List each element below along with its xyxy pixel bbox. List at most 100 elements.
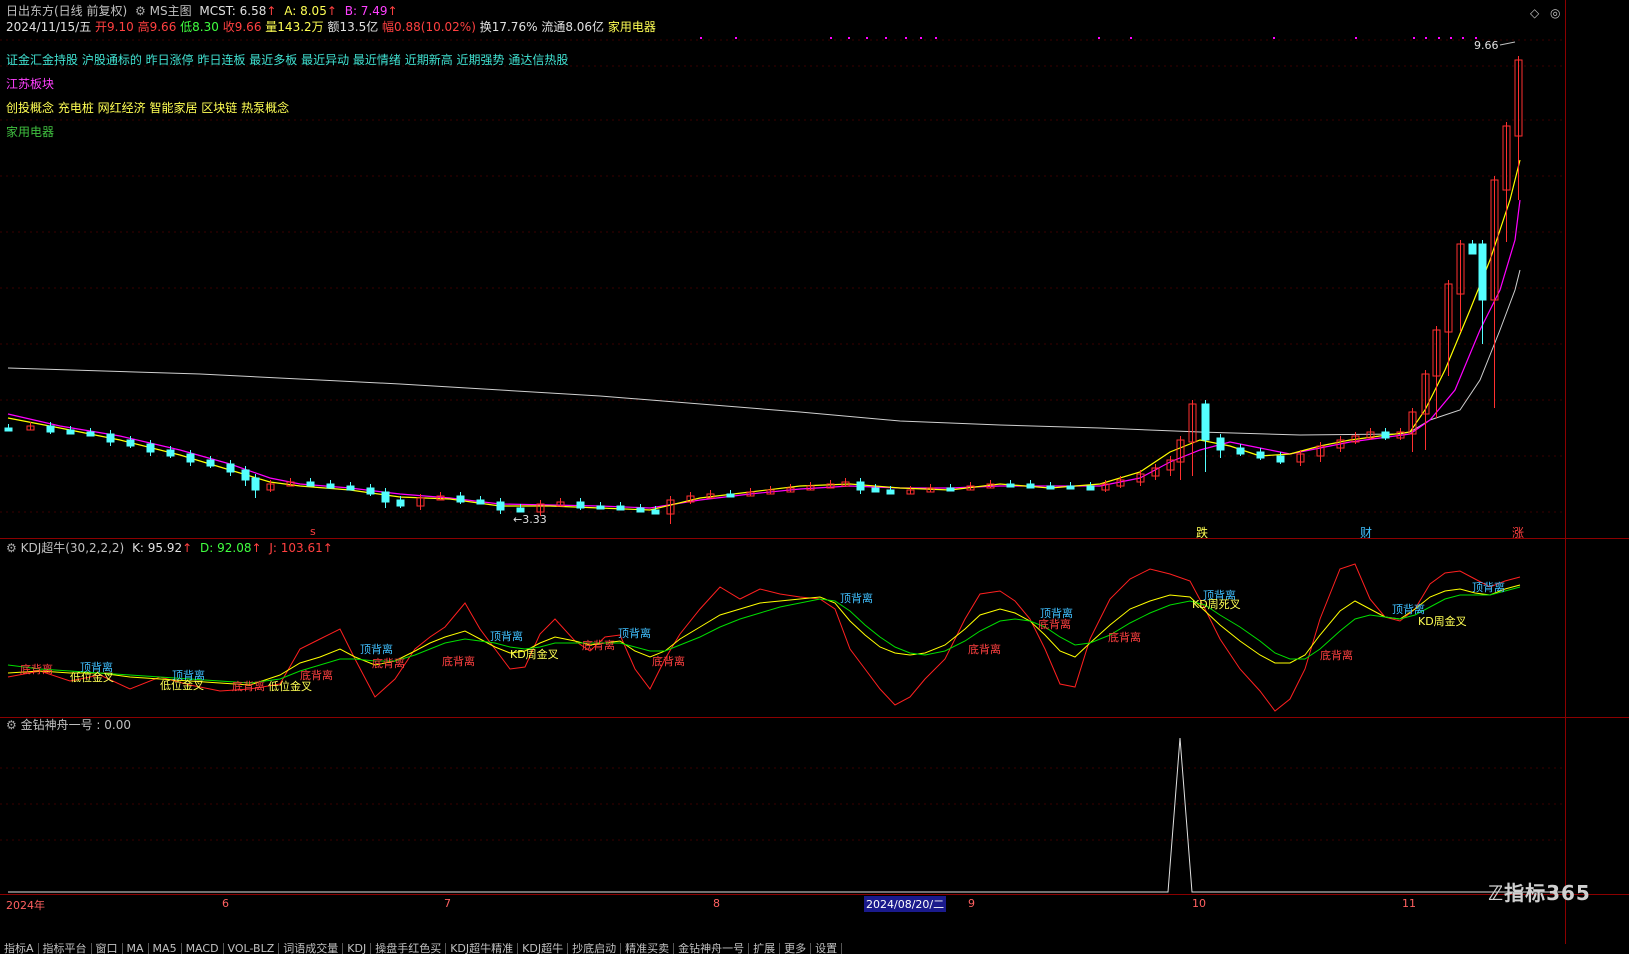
signal-dot [1438, 37, 1440, 39]
kdj-annotation: 底背离 [300, 668, 333, 682]
bottom-tab[interactable]: 扩展 [749, 943, 781, 954]
kdj-annotation: 低位金叉 [70, 670, 114, 684]
mcst-value: MCST: 6.58 [199, 4, 267, 18]
bottom-tab[interactable]: 设置 [811, 943, 843, 954]
signal-s: s [310, 525, 316, 538]
x-label: 10 [1192, 897, 1206, 910]
quote-amount: 额13.5亿 [327, 20, 379, 34]
kdj-annotation: 顶背离 [618, 626, 651, 640]
candle [1468, 243, 1477, 255]
jzsz-panel[interactable]: ⚙ 金钻神舟一号 : 0.00 [0, 718, 1565, 894]
bottom-tab[interactable]: 更多 [780, 943, 812, 954]
header-row-2: 2024/11/15/五 开9.10 高9.66 低8.30 收9.66 量14… [6, 20, 656, 34]
candle [1256, 451, 1265, 459]
candle [366, 487, 375, 495]
candle [1006, 483, 1015, 488]
candle [651, 509, 660, 515]
stock-name[interactable]: 日出东方(日线 前复权) [6, 4, 127, 18]
candle [856, 481, 865, 491]
concept-line-4[interactable]: 家用电器 [6, 123, 54, 140]
price-scale[interactable] [1565, 0, 1629, 944]
candle [596, 505, 605, 510]
signal-dot [1413, 37, 1415, 39]
kdj-annotation: 顶背离 [490, 629, 523, 643]
kdj-annotation: 底背离 [1320, 648, 1353, 662]
candlestick-chart[interactable]: 9.66 ←3.33 [0, 0, 1565, 538]
candle [226, 463, 235, 473]
x-label: 11 [1402, 897, 1416, 910]
concept-line-2[interactable]: 江苏板块 [6, 75, 54, 92]
quote-high: 高9.66 [137, 20, 177, 34]
quote-industry[interactable]: 家用电器 [608, 20, 656, 34]
jzsz-chart[interactable] [0, 718, 1565, 894]
kdj-chart[interactable]: 底背离 顶背离 低位金叉 顶背离 低位金叉 底背离 低位金叉 底背离 顶背离 底… [0, 539, 1565, 717]
signal-dot [1130, 37, 1132, 39]
bottom-tab[interactable]: 抄底启动 [568, 943, 622, 954]
ma-short-line [7, 159, 1521, 511]
signal-dot [848, 37, 850, 39]
quote-float: 流通8.06亿 [541, 20, 605, 34]
bottom-tab[interactable]: 指标A [0, 943, 39, 954]
candle [476, 499, 485, 505]
bottom-tab[interactable]: 指标平台 [39, 943, 92, 954]
candle [871, 487, 880, 493]
close-icon[interactable]: ◎ [1550, 6, 1560, 20]
kdj-d-line [7, 586, 1521, 684]
bottom-tab[interactable]: KDJ超牛精准 [446, 943, 519, 954]
bottom-tab[interactable]: 操盘手红色买 [371, 943, 447, 954]
candle [206, 459, 215, 467]
watermark-logo: ℤ指标365 [1488, 881, 1591, 905]
watermark-icon: ℤ [1488, 881, 1505, 905]
quote-open: 开9.10 [95, 20, 134, 34]
candle [1066, 485, 1075, 490]
candle [106, 433, 115, 443]
candle [946, 487, 955, 492]
x-label: 8 [713, 897, 720, 910]
kdj-annotation: 底背离 [582, 638, 615, 652]
candle [4, 427, 13, 432]
concept-line-3[interactable]: 创投概念 充电桩 网红经济 智能家居 区块链 热泵概念 [6, 99, 289, 116]
kdj-panel[interactable]: ⚙ KDJ超牛(30,2,2,2) K: 95.92↑ D: 92.08↑ J:… [0, 539, 1565, 717]
candle [726, 493, 735, 498]
kdj-annotation: 底背离 [20, 662, 53, 676]
bottom-tab[interactable]: MA5 [149, 943, 182, 954]
b-value: B: 7.49 [344, 4, 388, 18]
kdj-annotation: 底背离 [232, 679, 265, 693]
candle [576, 501, 585, 509]
concept-line-1[interactable]: 证金汇金持股 沪股通标的 昨日涨停 昨日连板 最近多板 最近异动 最近情绪 近期… [6, 51, 568, 68]
signal-dot [830, 37, 832, 39]
bottom-tab[interactable]: MA [123, 943, 149, 954]
gear-icon[interactable]: ⚙ [135, 4, 146, 18]
price-panel[interactable]: 9.66 ←3.33 日出东方(日线 前复权) ⚙ MS主图 MCST: 6.5… [0, 0, 1565, 540]
signal-dot [866, 37, 868, 39]
kdj-annotation: 底背离 [372, 656, 405, 670]
signal-dot [935, 37, 937, 39]
candle [1236, 447, 1245, 455]
bottom-tab[interactable]: 词语成交量 [279, 943, 344, 954]
bottom-tab[interactable]: KDJ超牛 [518, 943, 569, 954]
quote-turnover: 换17.76% [479, 20, 538, 34]
signal-dot [885, 37, 887, 39]
x-label: 2024年 [6, 899, 45, 912]
bottom-tab[interactable]: 金钻神舟一号 [674, 943, 750, 954]
candle [306, 481, 315, 487]
signal-dot [735, 37, 737, 39]
candle [381, 491, 390, 503]
bottom-tab[interactable]: 窗口 [92, 943, 123, 954]
bottom-tab[interactable]: KDJ [343, 943, 372, 954]
candle [1201, 403, 1210, 441]
signal-dot [1450, 37, 1452, 39]
high-pointer [1499, 41, 1516, 46]
main-indicator-name[interactable]: MS主图 [150, 4, 192, 18]
candle [396, 499, 405, 507]
kdj-annotation: KD周金叉 [510, 647, 559, 661]
quote-date: 2024/11/15/五 [6, 20, 92, 34]
kdj-annotation: 底背离 [1038, 617, 1071, 631]
kdj-annotation: 顶背离 [840, 591, 873, 605]
signal-dot [920, 37, 922, 39]
maximize-icon[interactable]: ◇ [1530, 6, 1539, 20]
bottom-tab[interactable]: VOL-BLZ [224, 943, 280, 954]
bottom-tab[interactable]: 精准买卖 [621, 943, 675, 954]
bottom-tab[interactable]: MACD [182, 943, 224, 954]
candle [146, 443, 155, 453]
